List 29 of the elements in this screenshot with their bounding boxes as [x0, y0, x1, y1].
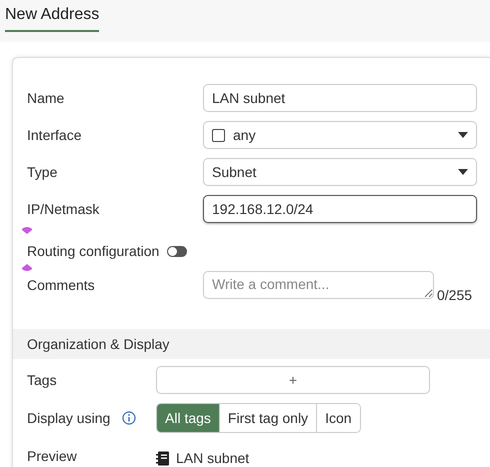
caret-icon [458, 132, 468, 138]
section-header: Organization & Display [13, 329, 490, 359]
notebook-icon [156, 450, 170, 466]
text-field[interactable]: 192.168.12.0/24 [203, 195, 477, 223]
field-label: Comments [27, 277, 96, 293]
text-field[interactable]: LAN subnet [203, 84, 477, 112]
segment-button[interactable]: Icon [316, 404, 360, 432]
add-tag-button[interactable]: + [156, 366, 430, 394]
caret-icon [458, 169, 468, 175]
character-counter: 0/255 [437, 287, 472, 303]
preview-text: LAN subnet [176, 450, 250, 466]
comment-field[interactable]: Write a comment... [203, 271, 434, 299]
dropdown[interactable]: any [203, 121, 477, 149]
page-title-tab[interactable]: New Address [5, 0, 100, 32]
field-label: Preview [27, 448, 78, 464]
handle-icon[interactable] [22, 264, 32, 272]
segment-button[interactable]: All tags [157, 404, 219, 432]
field-label: Routing configuration [27, 243, 160, 259]
field-label: Type [27, 164, 58, 180]
field-label: Display using [27, 410, 110, 426]
square-icon [212, 128, 225, 142]
handle-icon[interactable] [22, 226, 32, 234]
field-label: Interface [27, 127, 82, 143]
info-icon[interactable] [122, 411, 136, 425]
field-label: Name [27, 90, 66, 106]
dropdown[interactable]: Subnet [203, 158, 477, 186]
toggle-switch[interactable] [167, 246, 188, 256]
field-label: IP/Netmask [27, 201, 100, 217]
field-label: Tags [27, 372, 58, 388]
